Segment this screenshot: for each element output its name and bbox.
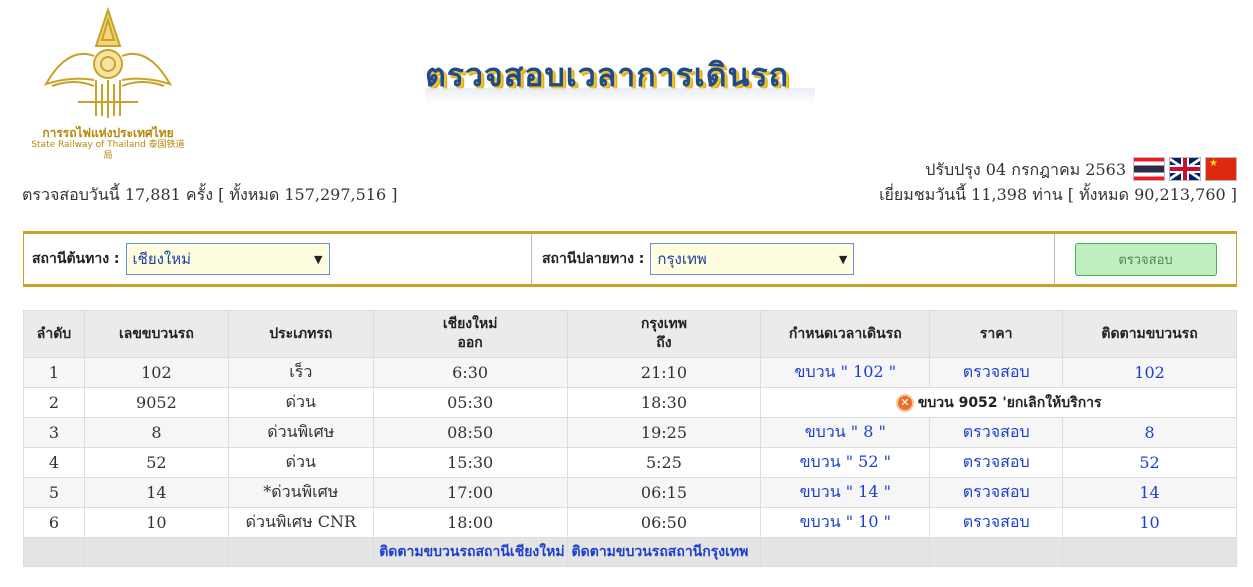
arrive-word: ถึง — [656, 335, 672, 351]
table-row: 3 8 ด่วนพิเศษ 08:50 19:25 ขบวน " 8 " ตรว… — [23, 417, 1237, 448]
table-row: 6 10 ด่วนพิเศษ CNR 18:00 06:50 ขบวน " 10… — [23, 507, 1237, 538]
train-type: ด่วนพิเศษ — [227, 417, 374, 448]
origin-label: สถานีต้นทาง : — [32, 251, 120, 267]
row-no: 4 — [23, 447, 85, 478]
origin-cell: สถานีต้นทาง : เชียงใหม่ ▼ — [24, 234, 532, 284]
logo-name-thai: การรถไฟแห่งประเทศไทย — [42, 126, 174, 140]
row-no: 5 — [23, 477, 85, 508]
depart-station: เชียงใหม่ — [442, 316, 498, 332]
depart-time: 05:30 — [372, 387, 568, 418]
track-destination-station-link[interactable]: ติดตามขบวนรถสถานีกรุงเทพ — [572, 544, 749, 560]
train-schedule-table: ลำดับ เลขขบวนรถ ประเภทรถ เชียงใหม่ออก กร… — [23, 310, 1237, 567]
schedule-link[interactable]: ขบวน " 10 " — [800, 512, 891, 531]
visitor-counter: เยี่ยมชมวันนี้ 11,398 ท่าน [ ทั้งหมด 90,… — [879, 185, 1237, 204]
train-type: *ด่วนพิเศษ — [227, 477, 374, 508]
table-footer-row: ติดตามขบวนรถสถานีเชียงใหม่ ติดตามขบวนรถส… — [23, 537, 1237, 567]
price-link[interactable]: ตรวจสอบ — [963, 362, 1030, 381]
depart-time: 18:00 — [372, 507, 568, 538]
china-flag-icon[interactable]: ★ — [1205, 157, 1237, 181]
table-row: 1 102 เร็ว 6:30 21:10 ขบวน " 102 " ตรวจส… — [23, 357, 1237, 388]
table-row: 5 14 *ด่วนพิเศษ 17:00 06:15 ขบวน " 14 " … — [23, 477, 1237, 508]
price-link[interactable]: ตรวจสอบ — [963, 452, 1030, 471]
track-origin-station-link[interactable]: ติดตามขบวนรถสถานีเชียงใหม่ — [379, 544, 564, 560]
track-link[interactable]: 102 — [1134, 363, 1165, 382]
train-number: 52 — [83, 447, 229, 478]
schedule-link[interactable]: ขบวน " 14 " — [800, 482, 891, 501]
price-link[interactable]: ตรวจสอบ — [963, 482, 1030, 501]
arrive-time: 18:30 — [566, 387, 762, 418]
arrive-station: กรุงเทพ — [640, 316, 687, 332]
table-row: 4 52 ด่วน 15:30 5:25 ขบวน " 52 " ตรวจสอบ… — [23, 447, 1237, 478]
srt-emblem-icon — [43, 6, 173, 118]
table-header-row: ลำดับ เลขขบวนรถ ประเภทรถ เชียงใหม่ออก กร… — [23, 310, 1237, 358]
track-link[interactable]: 10 — [1139, 513, 1159, 532]
depart-time: 6:30 — [372, 357, 568, 388]
track-link[interactable]: 8 — [1144, 423, 1154, 442]
destination-cell: สถานีปลายทาง : กรุงเทพ ▼ — [532, 234, 1055, 284]
table-row: 2 9052 ด่วน 05:30 18:30 ✕ ขบวน 9052 'ยกเล… — [23, 387, 1237, 418]
check-button[interactable]: ตรวจสอบ — [1074, 242, 1217, 276]
logo-name-english: State Railway of Thailand 泰国铁道局 — [31, 140, 185, 161]
origin-selected-value: เชียงใหม่ — [132, 250, 192, 268]
cancel-notice: ขบวน 9052 'ยกเลิกให้บริการ — [917, 394, 1102, 411]
train-type: ด่วน — [227, 447, 374, 478]
search-counter: ตรวจสอบวันนี้ 17,881 ครั้ง [ ทั้งหมด 157… — [22, 185, 398, 204]
price-link[interactable]: ตรวจสอบ — [963, 422, 1030, 441]
thai-flag-icon[interactable] — [1133, 157, 1165, 181]
search-form: สถานีต้นทาง : เชียงใหม่ ▼ สถานีปลายทาง :… — [23, 231, 1237, 287]
arrive-time: 5:25 — [566, 447, 762, 478]
train-number: 9052 — [83, 387, 229, 418]
schedule-link[interactable]: ขบวน " 8 " — [805, 422, 886, 441]
col-header-type: ประเภทรถ — [227, 310, 374, 358]
row-no: 1 — [23, 357, 85, 388]
row-no: 2 — [23, 387, 85, 418]
destination-selected-value: กรุงเทพ — [657, 250, 707, 268]
schedule-link[interactable]: ขบวน " 52 " — [800, 452, 891, 471]
chevron-down-icon: ▼ — [838, 252, 848, 266]
track-link[interactable]: 14 — [1139, 483, 1159, 502]
train-type: ด่วนพิเศษ CNR — [227, 507, 374, 538]
depart-time: 17:00 — [372, 477, 568, 508]
arrive-time: 06:50 — [566, 507, 762, 538]
train-number: 8 — [83, 417, 229, 448]
arrive-time: 19:25 — [566, 417, 762, 448]
cancel-icon: ✕ — [895, 393, 914, 412]
uk-flag-icon[interactable] — [1169, 157, 1201, 181]
last-updated: ปรับปรุง 04 กรกฎาคม 2563 — [925, 160, 1126, 179]
submit-cell: ตรวจสอบ — [1055, 234, 1236, 284]
train-type: เร็ว — [227, 357, 374, 388]
language-switcher: ★ — [1133, 157, 1237, 181]
track-link[interactable]: 52 — [1139, 453, 1159, 472]
chevron-down-icon: ▼ — [314, 252, 323, 266]
title-reflection — [425, 88, 815, 104]
train-number: 14 — [83, 477, 229, 508]
depart-word: ออก — [457, 335, 483, 351]
train-number: 10 — [83, 507, 229, 538]
srt-logo: การรถไฟแห่งประเทศไทย State Railway of Th… — [30, 6, 186, 161]
col-header-depart: เชียงใหม่ออก — [372, 310, 568, 358]
destination-label: สถานีปลายทาง : — [542, 251, 645, 267]
depart-time: 15:30 — [372, 447, 568, 478]
origin-select[interactable]: เชียงใหม่ ▼ — [125, 243, 330, 275]
col-header-no: ลำดับ — [23, 310, 85, 358]
arrive-time: 06:15 — [566, 477, 762, 508]
depart-time: 08:50 — [372, 417, 568, 448]
cancel-notice-cell: ✕ ขบวน 9052 'ยกเลิกให้บริการ — [760, 387, 1237, 418]
row-no: 3 — [23, 417, 85, 448]
col-header-schedule: กำหนดเวลาเดินรถ — [760, 310, 931, 358]
train-number: 102 — [83, 357, 229, 388]
col-header-arrive: กรุงเทพถึง — [566, 310, 762, 358]
schedule-link[interactable]: ขบวน " 102 " — [795, 362, 897, 381]
train-type: ด่วน — [227, 387, 374, 418]
col-header-track: ติดตามขบวนรถ — [1062, 310, 1237, 358]
col-header-train-no: เลขขบวนรถ — [83, 310, 229, 358]
row-no: 6 — [23, 507, 85, 538]
destination-select[interactable]: กรุงเทพ ▼ — [650, 243, 855, 275]
price-link[interactable]: ตรวจสอบ — [963, 512, 1030, 531]
col-header-price: ราคา — [929, 310, 1064, 358]
arrive-time: 21:10 — [566, 357, 762, 388]
